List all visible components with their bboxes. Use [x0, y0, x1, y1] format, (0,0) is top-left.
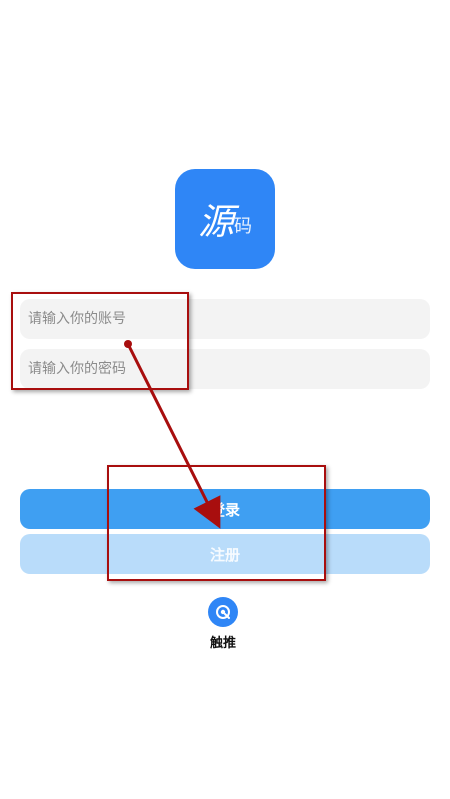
logo-code-char: 码	[234, 216, 252, 237]
logo-main-char: 源	[197, 202, 234, 243]
touch-push-icon[interactable]	[208, 597, 238, 627]
annotation-arrow	[124, 340, 221, 529]
password-field[interactable]	[20, 349, 430, 389]
app-logo: 源 码	[175, 169, 275, 269]
account-field[interactable]	[20, 299, 430, 339]
register-button-label: 注册	[209, 545, 240, 564]
password-input[interactable]	[26, 360, 430, 378]
arrow-start-dot	[124, 340, 132, 348]
touch-glyph-icon	[216, 605, 230, 619]
login-button[interactable]: 登录	[20, 489, 430, 529]
register-button[interactable]: 注册	[20, 534, 430, 574]
account-input[interactable]	[26, 310, 430, 328]
login-button-label: 登录	[209, 500, 240, 519]
touch-push-label: 触推	[209, 636, 236, 651]
